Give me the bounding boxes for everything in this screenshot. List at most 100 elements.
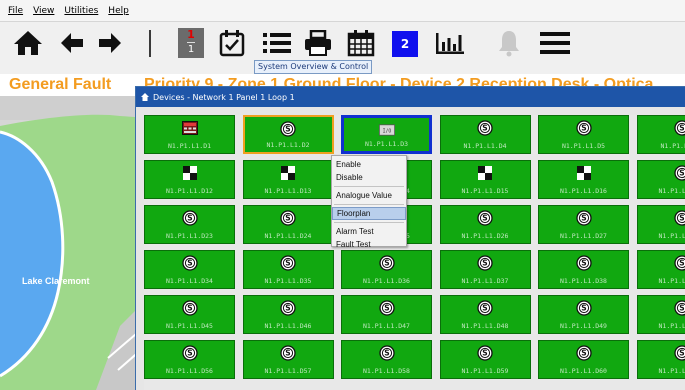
device-tile[interactable]: S N1.P1.L1.D5 xyxy=(538,115,629,154)
sounder-icon: S xyxy=(181,210,198,226)
svg-text:S: S xyxy=(285,349,290,358)
dialog-title: Devices - Network 1 Panel 1 Loop 1 xyxy=(153,92,295,102)
device-label: N1.P1.L1.D56 xyxy=(166,367,213,375)
priority-top-count: 1 xyxy=(187,28,195,41)
device-label: N1.P1.L1.D36 xyxy=(363,277,410,285)
device-tile[interactable]: S N1.P1.L1.D26 xyxy=(439,205,531,244)
context-menu: Enable Disable Analogue Value Floorplan … xyxy=(331,155,407,249)
device-tile[interactable]: S N1.P1.L1.D2 xyxy=(242,115,334,154)
priority-bottom-count: 1 xyxy=(187,44,195,55)
sounder-icon: S xyxy=(575,255,592,271)
svg-text:S: S xyxy=(679,124,684,133)
device-tile[interactable]: S N1.P1.L1.D24 xyxy=(242,205,334,244)
printer-icon[interactable] xyxy=(303,29,333,57)
device-label: N1.P1.L1.D2 xyxy=(266,141,310,149)
priority-indicator[interactable]: 1 1 xyxy=(178,28,204,58)
device-tile[interactable]: N1.P1.L1.D1 xyxy=(144,115,235,154)
sounder-icon: S xyxy=(477,255,493,271)
device-tile[interactable]: S N1.P1.L1.D37 xyxy=(439,250,531,289)
sounder-icon: S xyxy=(378,300,395,316)
ctx-enable[interactable]: Enable xyxy=(332,158,406,171)
device-label: N1.P1.L1.D23 xyxy=(166,232,213,240)
svg-text:S: S xyxy=(679,349,684,358)
device-tile[interactable]: S N1.P1.L1.D49 xyxy=(538,295,629,334)
svg-text:S: S xyxy=(581,214,586,223)
device-tile[interactable]: S N1.P1.L1.D23 xyxy=(144,205,235,244)
device-tile[interactable]: N1.P1.L1.D15 xyxy=(439,160,531,199)
menu-view[interactable]: View xyxy=(28,6,59,16)
svg-text:S: S xyxy=(482,214,487,223)
ctx-floorplan[interactable]: Floorplan xyxy=(332,207,406,220)
device-tile[interactable]: S N1.P1.L1.D57 xyxy=(242,340,334,379)
app-icon xyxy=(141,93,149,101)
ctx-separator xyxy=(334,186,404,187)
device-grid: N1.P1.L1.D1 S N1.P1.L1.D2 I/O N1.P1.L1.D3 S N1… xyxy=(144,115,685,390)
device-tile[interactable]: S N1.P1.L1.D39 xyxy=(636,250,685,289)
device-tile[interactable]: S N1.P1.L1.D17 xyxy=(636,160,685,199)
device-tile[interactable]: S N1.P1.L1.D34 xyxy=(144,250,235,289)
device-tile[interactable]: S N1.P1.L1.D58 xyxy=(341,340,432,379)
device-tile[interactable]: S N1.P1.L1.D47 xyxy=(341,295,432,334)
device-tile[interactable]: S N1.P1.L1.D35 xyxy=(242,250,334,289)
menu-bar: File View Utilities Help xyxy=(0,0,685,22)
sounder-icon: S xyxy=(477,210,493,226)
device-tile[interactable]: S N1.P1.L1.D28 xyxy=(636,205,685,244)
sounder-icon: S xyxy=(674,345,685,361)
device-tile[interactable]: S N1.P1.L1.D50 xyxy=(636,295,685,334)
menu-help[interactable]: Help xyxy=(103,6,134,16)
device-label: N1.P1.L1.D59 xyxy=(461,367,509,375)
ctx-analogue-value[interactable]: Analogue Value xyxy=(332,189,406,202)
device-tile[interactable]: S N1.P1.L1.D61 xyxy=(636,340,685,379)
svg-text:S: S xyxy=(581,124,586,133)
sounder-icon: S xyxy=(378,255,395,271)
device-tile[interactable]: N1.P1.L1.D16 xyxy=(538,160,629,199)
devices-dialog: Devices - Network 1 Panel 1 Loop 1 N1.P1… xyxy=(135,86,685,390)
device-tile[interactable]: S N1.P1.L1.D46 xyxy=(242,295,334,334)
device-tile[interactable]: S N1.P1.L1.D59 xyxy=(439,340,531,379)
device-tile[interactable]: S N1.P1.L1.D27 xyxy=(538,205,629,244)
site-map[interactable]: Lake Claremont xyxy=(0,96,150,390)
device-tile[interactable]: S N1.P1.L1.D4 xyxy=(439,115,531,154)
device-tile[interactable]: S N1.P1.L1.D48 xyxy=(439,295,531,334)
device-label: N1.P1.L1.D24 xyxy=(264,232,312,240)
device-tile[interactable]: I/O N1.P1.L1.D3 xyxy=(341,115,432,154)
device-tile[interactable]: S N1.P1.L1.D60 xyxy=(538,340,629,379)
sounder-icon: S xyxy=(575,120,592,136)
device-tile[interactable]: S N1.P1.L1.D56 xyxy=(144,340,235,379)
forward-arrow-icon[interactable] xyxy=(95,29,125,57)
checklist-calendar-icon[interactable] xyxy=(218,29,246,57)
device-tile[interactable]: S N1.P1.L1.D45 xyxy=(144,295,235,334)
back-arrow-icon[interactable] xyxy=(57,29,87,57)
dialog-titlebar[interactable]: Devices - Network 1 Panel 1 Loop 1 xyxy=(136,87,685,107)
device-tile[interactable]: S N1.P1.L1.D6 xyxy=(636,115,685,154)
device-tile[interactable]: S N1.P1.L1.D38 xyxy=(538,250,629,289)
svg-text:S: S xyxy=(384,259,389,268)
svg-text:S: S xyxy=(187,349,192,358)
hamburger-menu-icon[interactable] xyxy=(538,29,572,57)
svg-text:S: S xyxy=(384,349,389,358)
svg-text:S: S xyxy=(581,259,586,268)
ctx-fault-test[interactable]: Fault Test xyxy=(332,238,406,251)
device-label: N1.P1.L1.D60 xyxy=(560,367,607,375)
device-tile[interactable]: S N1.P1.L1.D36 xyxy=(341,250,432,289)
home-icon[interactable] xyxy=(11,29,45,57)
banner-title: General Fault xyxy=(9,76,112,93)
device-tile[interactable]: N1.P1.L1.D13 xyxy=(242,160,334,199)
svg-text:S: S xyxy=(285,125,290,134)
calendar-icon[interactable] xyxy=(346,29,376,57)
svg-text:S: S xyxy=(581,349,586,358)
network-2-button[interactable]: 2 xyxy=(392,31,418,57)
svg-text:S: S xyxy=(285,214,290,223)
bar-chart-icon[interactable] xyxy=(434,29,466,57)
list-icon[interactable] xyxy=(261,29,293,57)
ctx-alarm-test[interactable]: Alarm Test xyxy=(332,225,406,238)
menu-file[interactable]: File xyxy=(3,6,28,16)
device-tile[interactable]: N1.P1.L1.D12 xyxy=(144,160,235,199)
sounder-icon: S xyxy=(575,300,592,316)
ctx-disable[interactable]: Disable xyxy=(332,171,406,184)
device-label: N1.P1.L1.D27 xyxy=(560,232,607,240)
menu-utilities[interactable]: Utilities xyxy=(59,6,103,16)
device-label: N1.P1.L1.D17 xyxy=(658,187,685,195)
device-label: N1.P1.L1.D50 xyxy=(658,322,685,330)
panel-icon xyxy=(181,120,198,136)
